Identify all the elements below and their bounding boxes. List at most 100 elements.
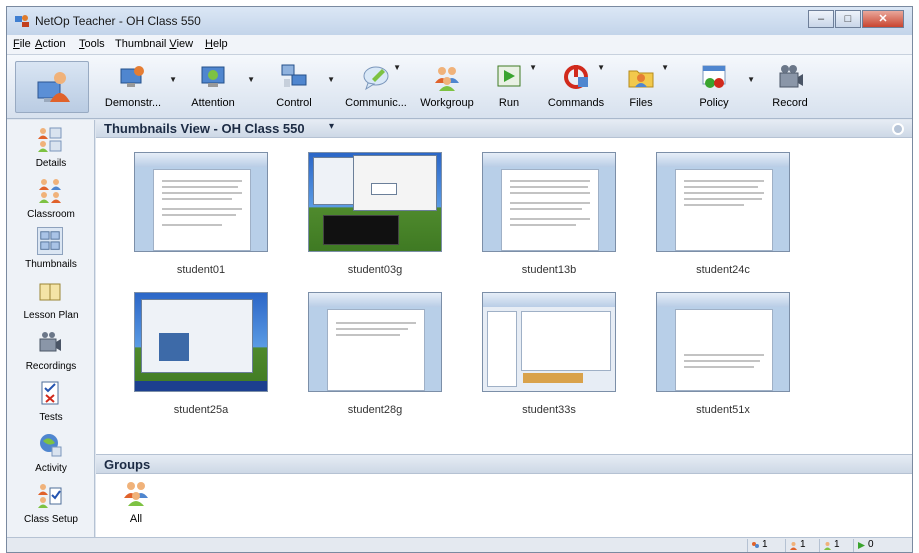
thumbnail-window-bar [135, 153, 267, 167]
menu-file[interactable]: File [13, 38, 31, 50]
active-student-icon [824, 542, 831, 550]
sidebar-item-label: Tests [39, 412, 63, 423]
communicate-icon [363, 66, 389, 91]
thumbnail-taskbar [135, 381, 267, 391]
thumbnail-label: student03g [347, 264, 403, 276]
dropdown-arrow-icon[interactable]: ▼ [393, 63, 401, 72]
thumbnail-student24c[interactable] [656, 152, 790, 252]
toolbar-workgroup[interactable]: Workgroup [417, 61, 477, 113]
dropdown-arrow-icon[interactable]: ▼ [597, 63, 605, 72]
run-icon [497, 65, 521, 87]
thumbnail-label: student25a [173, 404, 229, 416]
sidebar-item-tests[interactable]: Tests [7, 378, 95, 428]
dropdown-arrow-icon[interactable]: ▼ [529, 63, 537, 72]
title-bar[interactable]: NetOp Teacher - OH Class 550 – □ ✕ [7, 7, 912, 35]
toolbar-communicate[interactable]: Communic... ▼ [341, 61, 411, 113]
sidebar: Details Classroom Thumbnails Lesson Plan… [7, 120, 95, 537]
thumbnail-label: student01 [176, 264, 226, 276]
dropdown-arrow-icon[interactable]: ▼ [661, 63, 669, 72]
close-button[interactable]: ✕ [862, 10, 904, 28]
chevron-down-icon[interactable]: ▾ [329, 121, 334, 132]
toolbar-label: Policy [699, 97, 729, 109]
toolbar-commands[interactable]: Commands ▼ [545, 61, 607, 113]
toolbar-label: Commands [547, 97, 605, 109]
menu-action[interactable]: Action [35, 38, 66, 50]
toolbar-record[interactable]: Record [769, 61, 811, 113]
main-content: Thumbnails View - OH Class 550 ▾ student… [96, 120, 912, 537]
sidebar-item-label: Thumbnails [25, 259, 77, 270]
thumbnail-student33s[interactable] [482, 292, 616, 392]
sidebar-item-recordings[interactable]: Recordings [7, 327, 95, 377]
refresh-icon[interactable] [892, 123, 904, 135]
thumbnails-icon [37, 227, 63, 255]
menu-thumbnail-view[interactable]: Thumbnail View [115, 38, 193, 50]
teacher-monitor-icon [37, 72, 70, 102]
dropdown-arrow-icon[interactable]: ▼ [247, 75, 255, 84]
files-icon [628, 70, 654, 88]
thumbnail-console [323, 215, 399, 245]
group-all[interactable]: All [120, 480, 152, 530]
sidebar-item-label: Classroom [27, 209, 75, 220]
toolbar-control[interactable]: Control ▼ [269, 61, 335, 113]
sidebar-item-details[interactable]: Details [7, 124, 95, 174]
thumbnail-window-bar [483, 293, 615, 307]
recordings-icon [39, 332, 61, 352]
record-icon [779, 65, 803, 88]
toolbar-files[interactable]: Files ▼ [621, 61, 669, 113]
control-icon [281, 64, 307, 87]
toolbar-label: Demonstr... [104, 97, 162, 109]
thumbnail-panel [487, 311, 517, 387]
thumbnail-document [501, 169, 599, 251]
thumbnail-student01[interactable] [134, 152, 268, 252]
attention-icon [201, 66, 225, 87]
menu-help[interactable]: Help [205, 38, 228, 50]
policy-icon [702, 65, 726, 88]
demonstrate-icon [120, 66, 144, 87]
dropdown-arrow-icon[interactable]: ▼ [327, 75, 335, 84]
details-icon [38, 127, 62, 152]
sidebar-item-lesson-plan[interactable]: Lesson Plan [7, 276, 95, 326]
menu-tools[interactable]: Tools [79, 38, 105, 50]
toolbar-attention[interactable]: Attention ▼ [185, 61, 255, 113]
thumbnail-window-bar [657, 153, 789, 167]
dropdown-arrow-icon[interactable]: ▼ [747, 75, 755, 84]
sidebar-item-label: Activity [35, 463, 67, 474]
sidebar-item-activity[interactable]: Activity [7, 429, 95, 479]
toolbar-label: Communic... [345, 97, 407, 109]
thumbnail-student51x[interactable] [656, 292, 790, 392]
thumbnail-label: student33s [522, 404, 576, 416]
thumbnail-label: student24c [696, 264, 750, 276]
sidebar-item-classroom[interactable]: Classroom [7, 175, 95, 225]
toolbar-label: Workgroup [420, 97, 474, 109]
teacher-home-button[interactable] [15, 61, 89, 113]
status-bar: 1 1 1 0 [7, 537, 912, 552]
toolbar-run[interactable]: Run ▼ [491, 61, 537, 113]
commands-icon [564, 65, 588, 89]
dropdown-arrow-icon[interactable]: ▼ [169, 75, 177, 84]
thumbnail-window [141, 299, 253, 373]
thumbnail-student13b[interactable] [482, 152, 616, 252]
sidebar-item-label: Lesson Plan [23, 310, 79, 321]
thumbnail-dialog [371, 183, 397, 195]
thumbnail-document [675, 169, 773, 251]
thumbnail-document [153, 169, 251, 251]
toolbar-policy[interactable]: Policy ▼ [693, 61, 755, 113]
toolbar-demonstrate[interactable]: Demonstr... ▼ [99, 61, 177, 113]
thumbnail-student25a[interactable] [134, 292, 268, 392]
groups-title: Groups [104, 457, 151, 472]
toolbar-label: Files [629, 97, 653, 109]
sidebar-item-label: Recordings [25, 361, 77, 372]
sidebar-item-label: Class Setup [24, 514, 78, 525]
minimize-button[interactable]: – [808, 10, 834, 28]
thumbnail-student28g[interactable] [308, 292, 442, 392]
sidebar-item-class-setup[interactable]: Class Setup [7, 480, 95, 530]
sidebar-item-thumbnails[interactable]: Thumbnails [7, 225, 95, 275]
status-students: 1 [747, 539, 768, 552]
tests-icon [41, 381, 59, 405]
view-title[interactable]: Thumbnails View - OH Class 550 [104, 121, 305, 136]
status-waiting: 0 [853, 539, 874, 552]
thumbnail-label: student51x [696, 404, 750, 416]
thumbnail-student03g[interactable] [308, 152, 442, 252]
toolbar: Demonstr... ▼ Attention ▼ Control ▼ Comm… [7, 55, 912, 119]
maximize-button[interactable]: □ [835, 10, 861, 28]
